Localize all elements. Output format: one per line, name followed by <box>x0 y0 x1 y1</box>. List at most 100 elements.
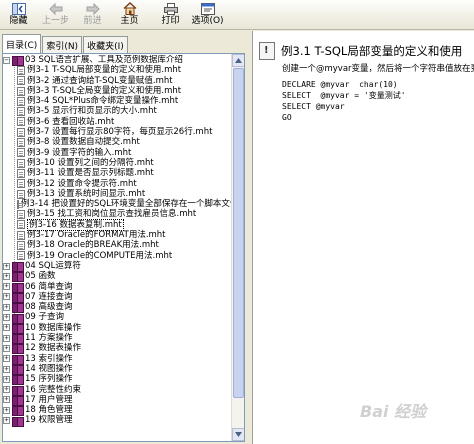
tree-item[interactable]: 例3-11 设置是否显示列标题.mht <box>3 168 232 178</box>
tree-item[interactable]: 例3-18 Oracle的BREAK用法.mht <box>3 240 232 250</box>
expand-icon[interactable]: + <box>3 272 10 280</box>
expand-icon[interactable]: + <box>3 396 10 404</box>
tree-chapter[interactable]: +15 序列操作 <box>3 374 232 386</box>
page-icon <box>17 127 25 137</box>
contents-tree-box: − 03 SQL语言扩展、工具及范例数据库介绍 例3-1 T-SQL局部变量的定… <box>2 53 245 442</box>
tree-item-label: 例3-9 设置字符的输入.mht <box>27 147 132 158</box>
tree-item[interactable]: 例3-8 设置数据自动提交.mht <box>3 137 232 147</box>
book-icon <box>12 323 24 334</box>
tree-item-label: 例3-6 查看回收站.mht <box>27 116 115 127</box>
tree-item-label: 例3-12 设置命令提示符.mht <box>27 178 137 189</box>
options-button[interactable]: 选项(O) <box>189 0 226 30</box>
book-icon <box>12 262 24 273</box>
hide-button[interactable]: 隐藏 <box>0 0 37 30</box>
expand-icon[interactable]: + <box>3 283 10 291</box>
tree-item[interactable]: 例3-6 查看回收站.mht <box>3 117 232 127</box>
expand-icon[interactable]: + <box>3 344 10 352</box>
forward-button[interactable]: 前进 <box>74 0 111 30</box>
tree-item[interactable]: 例3-17 Oracle的FORMAT用法.mht <box>3 230 232 240</box>
tree-chapter-label: 10 数据库操作 <box>25 322 82 333</box>
home-button[interactable]: 主页 <box>111 0 148 30</box>
tree-chapter-label: 06 简单查询 <box>25 281 73 292</box>
tree-item[interactable]: 例3-1 T-SQL局部变量的定义和使用.mht <box>3 65 232 75</box>
code-line: SELECT @myvar = '变量测试' <box>282 91 406 100</box>
book-icon <box>12 416 24 427</box>
page-icon <box>17 76 25 86</box>
expand-icon[interactable]: + <box>3 406 10 414</box>
tree-item[interactable]: 例3-16 数据表复制.mht <box>3 218 232 232</box>
tree-chapter[interactable]: +19 权限管理 <box>3 415 232 427</box>
tree-chapter[interactable]: +18 角色管理 <box>3 405 232 417</box>
tree-chapter[interactable]: +13 索引操作 <box>3 354 232 365</box>
tree-chapter-open[interactable]: − 03 SQL语言扩展、工具及范例数据库介绍 <box>3 55 232 67</box>
page-icon <box>17 148 25 158</box>
tree-chapter[interactable]: +04 SQL运算符 <box>3 261 232 273</box>
expand-icon[interactable]: + <box>3 417 10 425</box>
back-button[interactable]: 上一步 <box>37 0 74 30</box>
scroll-down-arrow[interactable] <box>232 428 244 441</box>
tree-item[interactable]: 例3-14 把设置好的SQL环境变量全部保存在一个脚本文件中.mht <box>3 199 232 209</box>
tree-chapter-label: 17 用户管理 <box>25 394 73 405</box>
scroll-up-arrow[interactable] <box>232 54 244 67</box>
tree-item[interactable]: 例3-5 显示行和页显示的大小.mht <box>3 106 232 116</box>
tab-contents[interactable]: 目录(C) <box>2 34 42 53</box>
tree-item[interactable]: 例3-12 设置命令提示符.mht <box>3 179 232 189</box>
forward-label: 前进 <box>83 16 102 26</box>
tree-item-label: 例3-8 设置数据自动提交.mht <box>27 137 140 148</box>
expand-icon[interactable]: + <box>3 334 10 342</box>
tree-item[interactable]: 例3-9 设置字符的输入.mht <box>3 148 232 158</box>
tree-item[interactable]: 例3-2 通过查询给T-SQL变量赋值.mht <box>3 76 232 86</box>
contents-tree[interactable]: − 03 SQL语言扩展、工具及范例数据库介绍 例3-1 T-SQL局部变量的定… <box>3 55 232 441</box>
tree-item[interactable]: 例3-7 设置每行显示80字符，每页显示26行.mht <box>3 127 232 137</box>
page-icon <box>17 158 25 168</box>
collapse-icon[interactable]: − <box>3 56 10 64</box>
tab-index[interactable]: 索引(N) <box>42 36 83 53</box>
note-icon <box>259 42 275 60</box>
open-book-icon <box>12 56 24 67</box>
page-icon <box>17 138 25 148</box>
tree-item-label: 例3-2 通过查询给T-SQL变量赋值.mht <box>27 75 173 86</box>
scroll-thumb[interactable] <box>233 68 244 398</box>
expand-icon[interactable]: + <box>3 324 10 332</box>
tree-chapter[interactable]: +08 高级查询 <box>3 302 232 314</box>
expand-icon[interactable]: + <box>3 386 10 394</box>
print-label: 打印 <box>161 16 180 26</box>
expand-icon[interactable]: + <box>3 355 10 363</box>
expand-icon[interactable]: + <box>3 303 10 311</box>
expand-icon[interactable]: + <box>3 375 10 383</box>
page-icon <box>17 251 25 261</box>
expand-icon[interactable]: + <box>3 293 10 301</box>
book-icon <box>12 344 24 355</box>
tree-item[interactable]: 例3-13 设置系统时间显示.mht <box>3 189 232 199</box>
tree-item-label: 例3-19 Oracle的COMPUTE用法.mht <box>27 250 173 261</box>
tree-item[interactable]: 例3-10 设置列之间的分隔符.mht <box>3 158 232 168</box>
expand-icon[interactable]: + <box>3 314 10 322</box>
tree-item[interactable]: 例3-3 T-SQL全局变量的定义和使用.mht <box>3 86 232 96</box>
tree-item[interactable]: 例3-4 SQL*Plus命令绑定变量操作.mht <box>3 96 232 106</box>
print-icon <box>163 2 178 15</box>
hide-label: 隐藏 <box>9 16 28 26</box>
tree-item[interactable]: 例3-19 Oracle的COMPUTE用法.mht <box>3 251 232 261</box>
tree-chapter-label: 18 角色管理 <box>25 405 73 416</box>
tree-chapter-label: 05 函数 <box>25 271 56 282</box>
tree-chapter[interactable]: +17 用户管理 <box>3 394 232 406</box>
tree-chapter-label: 14 视图操作 <box>25 363 73 374</box>
tree-chapter[interactable]: +14 视图操作 <box>3 363 232 376</box>
tree-vertical-scrollbar[interactable] <box>231 54 244 441</box>
tree-chapter[interactable]: +06 简单查询 <box>3 281 232 293</box>
tree-chapter[interactable]: +16 完整性约束 <box>3 385 232 396</box>
tree-chapter[interactable]: +09 子查询 <box>3 312 232 324</box>
hide-icon <box>11 2 26 15</box>
expand-icon[interactable]: + <box>3 365 10 373</box>
tree-chapter[interactable]: +07 连接查询 <box>3 292 232 303</box>
book-icon <box>12 354 24 365</box>
tab-favorites[interactable]: 收藏夹(I) <box>83 36 128 53</box>
tree-chapter[interactable]: +11 方案操作 <box>3 333 232 345</box>
expand-icon[interactable]: + <box>3 262 10 270</box>
tree-chapter[interactable]: +10 数据库操作 <box>3 322 232 334</box>
tree-chapter[interactable]: +12 数据表操作 <box>3 343 232 355</box>
home-icon <box>123 2 137 15</box>
book-icon <box>12 292 24 303</box>
tree-chapter[interactable]: +05 函数 <box>3 271 232 283</box>
print-button[interactable]: 打印 <box>152 0 189 30</box>
